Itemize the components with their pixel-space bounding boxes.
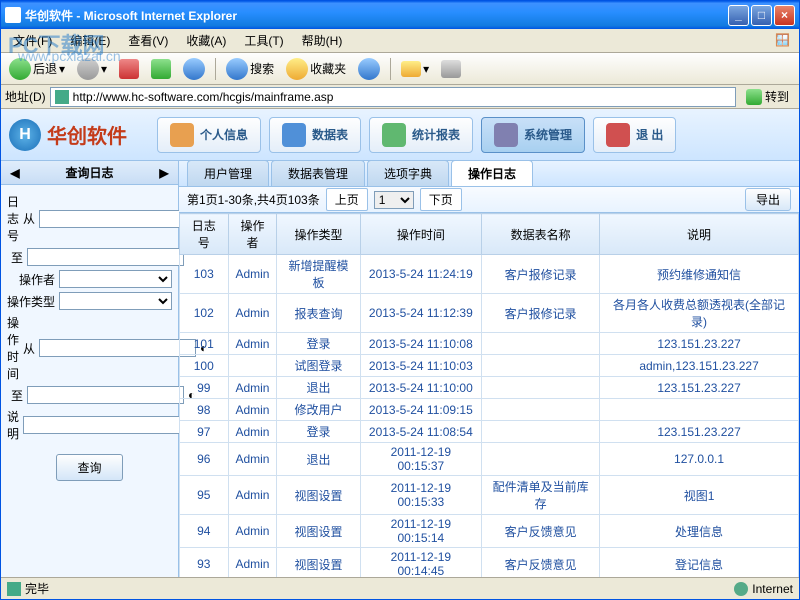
mail-button[interactable]: ▾ bbox=[397, 59, 433, 79]
label-optype: 操作类型 bbox=[7, 293, 55, 310]
input-time-from[interactable] bbox=[39, 339, 196, 357]
prev-page-button[interactable]: 上页 bbox=[326, 188, 368, 211]
nav-icon bbox=[494, 123, 518, 147]
label-desc: 说明 bbox=[7, 408, 19, 442]
go-icon bbox=[746, 89, 762, 105]
input-desc[interactable] bbox=[23, 416, 180, 434]
col-header[interactable]: 操作时间 bbox=[360, 214, 482, 255]
menu-view[interactable]: 查看(V) bbox=[120, 30, 176, 51]
select-optype[interactable] bbox=[59, 292, 172, 310]
table-row[interactable]: 103Admin新增提醒模板2013-5-24 11:24:19客户报修记录预约… bbox=[180, 255, 799, 294]
favorites-button[interactable]: 收藏夹 bbox=[282, 56, 350, 82]
collapse-left-icon[interactable]: ◀ bbox=[7, 165, 23, 181]
stop-button[interactable] bbox=[115, 57, 143, 81]
done-icon bbox=[7, 582, 21, 596]
nav-4[interactable]: 退 出 bbox=[593, 117, 676, 153]
input-logno-to[interactable] bbox=[27, 248, 184, 266]
pager-info: 第1页1-30条,共4页103条 bbox=[187, 191, 320, 208]
page-icon bbox=[55, 90, 69, 104]
table-row[interactable]: 94Admin视图设置2011-12-19 00:15:14客户反馈意见处理信息 bbox=[180, 515, 799, 548]
search-icon bbox=[226, 58, 248, 80]
nav-0[interactable]: 个人信息 bbox=[157, 117, 261, 153]
close-button[interactable]: × bbox=[774, 5, 795, 26]
col-header[interactable]: 数据表名称 bbox=[482, 214, 600, 255]
col-header[interactable]: 操作者 bbox=[228, 214, 277, 255]
nav-icon bbox=[282, 123, 306, 147]
tab-0[interactable]: 用户管理 bbox=[187, 161, 269, 186]
nav-icon bbox=[170, 123, 194, 147]
collapse-right-icon[interactable]: ▶ bbox=[156, 165, 172, 181]
status-done: 完毕 bbox=[25, 580, 49, 597]
page-select[interactable]: 1 bbox=[374, 191, 414, 209]
window-title: 华创软件 - Microsoft Internet Explorer bbox=[25, 7, 728, 24]
table-row[interactable]: 99Admin退出2013-5-24 11:10:00123.151.23.22… bbox=[180, 377, 799, 399]
export-button[interactable]: 导出 bbox=[745, 188, 791, 211]
star-icon bbox=[286, 58, 308, 80]
col-header[interactable]: 日志号 bbox=[180, 214, 229, 255]
refresh-button[interactable] bbox=[147, 57, 175, 81]
table-row[interactable]: 100试图登录2013-5-24 11:10:03admin,123.151.2… bbox=[180, 355, 799, 377]
brand-text: 华创软件 bbox=[47, 120, 127, 149]
table-row[interactable]: 101Admin登录2013-5-24 11:10:08123.151.23.2… bbox=[180, 333, 799, 355]
nav-2[interactable]: 统计报表 bbox=[369, 117, 473, 153]
toolbar: 后退 ▾ ▾ 搜索 收藏夹 ▾ bbox=[1, 53, 799, 85]
table-row[interactable]: 102Admin报表查询2013-5-24 11:12:39客户报修记录各月各人… bbox=[180, 294, 799, 333]
nav-icon bbox=[606, 123, 630, 147]
nav-icon bbox=[382, 123, 406, 147]
search-button[interactable]: 搜索 bbox=[222, 56, 278, 82]
print-icon bbox=[441, 60, 461, 78]
next-page-button[interactable]: 下页 bbox=[420, 188, 462, 211]
menu-help[interactable]: 帮助(H) bbox=[294, 30, 351, 51]
table-row[interactable]: 96Admin退出2011-12-19 00:15:37127.0.0.1 bbox=[180, 443, 799, 476]
home-button[interactable] bbox=[179, 56, 209, 82]
status-zone: Internet bbox=[752, 582, 793, 596]
print-button[interactable] bbox=[437, 58, 465, 80]
back-icon bbox=[9, 58, 31, 80]
menu-favorites[interactable]: 收藏(A) bbox=[178, 30, 234, 51]
tab-1[interactable]: 数据表管理 bbox=[271, 161, 365, 186]
menu-edit[interactable]: 编辑(E) bbox=[62, 30, 118, 51]
input-time-to[interactable] bbox=[27, 386, 184, 404]
brand-logo: H 华创软件 bbox=[9, 119, 127, 151]
nav-3[interactable]: 系统管理 bbox=[481, 117, 585, 153]
go-button[interactable]: 转到 bbox=[740, 86, 795, 107]
label-logno: 日志号 bbox=[7, 193, 19, 244]
table-row[interactable]: 95Admin视图设置2011-12-19 00:15:33配件清单及当前库存视… bbox=[180, 476, 799, 515]
forward-icon bbox=[77, 58, 99, 80]
stop-icon bbox=[119, 59, 139, 79]
select-operator[interactable] bbox=[59, 270, 172, 288]
table-row[interactable]: 98Admin修改用户2013-5-24 11:09:15 bbox=[180, 399, 799, 421]
tab-3[interactable]: 操作日志 bbox=[451, 161, 533, 186]
nav-1[interactable]: 数据表 bbox=[269, 117, 361, 153]
tab-2[interactable]: 选项字典 bbox=[367, 161, 449, 186]
menu-file[interactable]: 文件(F) bbox=[5, 30, 60, 51]
ie-logo-icon: 🪟 bbox=[775, 33, 795, 49]
menu-tools[interactable]: 工具(T) bbox=[236, 30, 291, 51]
history-button[interactable] bbox=[354, 56, 384, 82]
forward-button[interactable]: ▾ bbox=[73, 56, 111, 82]
col-header[interactable]: 操作类型 bbox=[277, 214, 360, 255]
sidebar-title: 查询日志 bbox=[27, 164, 152, 181]
menubar: 文件(F) 编辑(E) 查看(V) 收藏(A) 工具(T) 帮助(H) 🪟 bbox=[1, 29, 799, 53]
maximize-button[interactable]: □ bbox=[751, 5, 772, 26]
address-input[interactable]: http://www.hc-software.com/hcgis/mainfra… bbox=[50, 87, 736, 107]
app-icon bbox=[5, 7, 21, 23]
log-table: 日志号操作者操作类型操作时间数据表名称说明 103Admin新增提醒模板2013… bbox=[179, 213, 799, 577]
label-operator: 操作者 bbox=[7, 271, 55, 288]
col-header[interactable]: 说明 bbox=[600, 214, 799, 255]
logo-icon: H bbox=[9, 119, 41, 151]
table-row[interactable]: 93Admin视图设置2011-12-19 00:14:45客户反馈意见登记信息 bbox=[180, 548, 799, 578]
mail-icon bbox=[401, 61, 421, 77]
input-logno-from[interactable] bbox=[39, 210, 196, 228]
address-label: 地址(D) bbox=[5, 88, 46, 105]
search-button[interactable]: 查询 bbox=[56, 454, 122, 481]
back-button[interactable]: 后退 ▾ bbox=[5, 56, 69, 82]
refresh-icon bbox=[151, 59, 171, 79]
table-row[interactable]: 97Admin登录2013-5-24 11:08:54123.151.23.22… bbox=[180, 421, 799, 443]
history-icon bbox=[358, 58, 380, 80]
zone-icon bbox=[734, 582, 748, 596]
minimize-button[interactable]: _ bbox=[728, 5, 749, 26]
home-icon bbox=[183, 58, 205, 80]
